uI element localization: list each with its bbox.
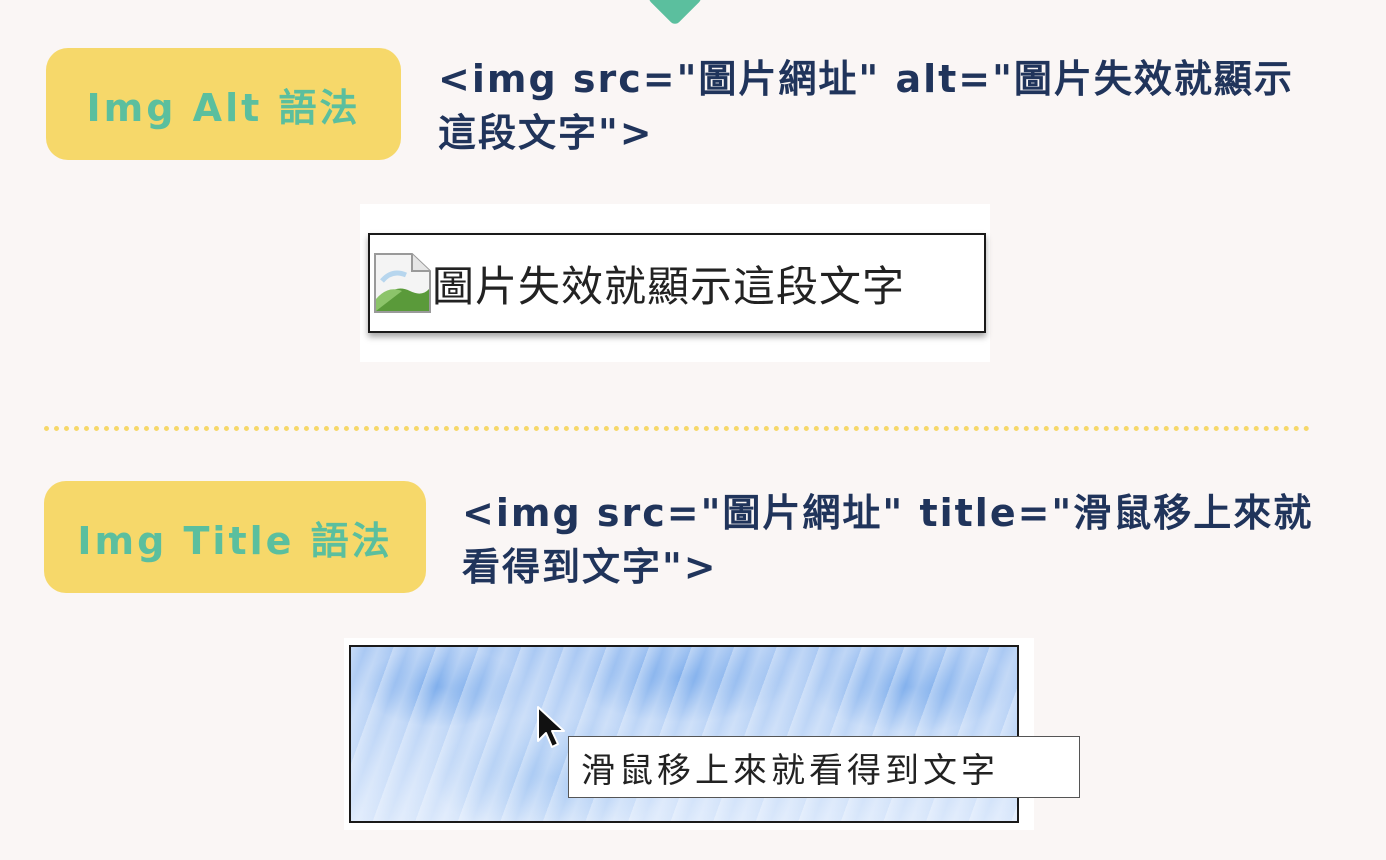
img-alt-label: Img Alt 語法: [46, 48, 401, 160]
down-arrow-icon: [646, 0, 704, 27]
mouse-cursor-icon: [537, 706, 565, 748]
alt-demo-card: 圖片失效就顯示這段文字: [360, 204, 990, 362]
broken-image-icon: [374, 253, 431, 313]
img-title-label: Img Title 語法: [44, 481, 426, 593]
alt-text: 圖片失效就顯示這段文字: [432, 261, 906, 311]
title-tooltip: 滑鼠移上來就看得到文字: [568, 736, 1080, 798]
broken-image-box: 圖片失效就顯示這段文字: [368, 233, 986, 333]
img-alt-code: <img src="圖片網址" alt="圖片失效就顯示這段文字">: [438, 57, 1294, 155]
img-title-code: <img src="圖片網址" title="滑鼠移上來就看得到文字">: [462, 491, 1314, 589]
section-divider: [44, 426, 1310, 431]
title-demo-card: [344, 638, 1034, 830]
